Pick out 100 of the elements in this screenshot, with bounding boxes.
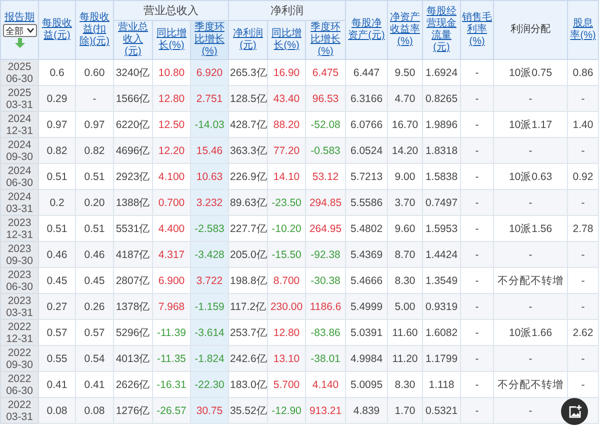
column-header[interactable]: 每股经营现金流量(元): [422, 0, 461, 60]
table-cell: 3.232: [190, 190, 229, 216]
table-cell: 16.70: [388, 112, 423, 138]
table-cell: -: [460, 320, 494, 346]
column-header[interactable]: 销售毛利率(%): [460, 0, 494, 60]
table-cell: -: [568, 346, 599, 372]
table-cell: -: [494, 86, 568, 112]
table-cell: 5.4369: [346, 242, 388, 268]
table-cell: 0.2: [38, 190, 76, 216]
table-cell: 5531亿: [114, 216, 152, 242]
table-cell: -: [460, 398, 494, 424]
table-cell: 8.70: [388, 242, 423, 268]
table-cell: 0.26: [76, 294, 114, 320]
table-cell: -: [460, 60, 494, 86]
table-cell: 5.4999: [346, 294, 388, 320]
period-cell: 2024 12-31: [0, 112, 38, 138]
table-cell: 12.50: [152, 112, 190, 138]
table-cell: -: [460, 294, 494, 320]
table-cell: 6.0524: [346, 138, 388, 164]
table-cell: 0.08: [76, 398, 114, 424]
table-cell: 0.51: [38, 164, 76, 190]
table-cell: -: [460, 372, 494, 398]
table-cell: -30.38: [306, 268, 346, 294]
period-cell: 2023 12-31: [0, 216, 38, 242]
table-cell: -: [76, 86, 114, 112]
table-cell: 5.7213: [346, 164, 388, 190]
group-header: 净利润: [228, 0, 346, 20]
table-cell: 8.30: [388, 268, 423, 294]
table-cell: 1.5953: [422, 216, 461, 242]
column-header[interactable]: 每股收益(扣除)(元): [76, 0, 114, 60]
table-cell: 0.55: [38, 346, 76, 372]
table-cell: 16.90: [268, 60, 306, 86]
table-cell: -23.50: [268, 190, 306, 216]
column-header[interactable]: 每股收益(元): [38, 0, 76, 60]
table-cell: 10派1.56: [494, 216, 568, 242]
table-cell: 10派1.17: [494, 112, 568, 138]
table-cell: 43.40: [268, 86, 306, 112]
table-cell: 9.50: [388, 60, 423, 86]
column-header[interactable]: 每股净资产(元): [346, 0, 388, 60]
table-cell: 0.45: [76, 268, 114, 294]
column-header[interactable]: 季度环比增长(%): [306, 20, 346, 60]
column-header[interactable]: 营业总收入(元): [114, 20, 152, 60]
table-cell: -: [494, 242, 568, 268]
period-cell: 2024 09-30: [0, 138, 38, 164]
table-cell: 0.41: [76, 372, 114, 398]
column-header[interactable]: 净利润(元): [228, 20, 268, 60]
column-header[interactable]: 季度环比增长(%): [190, 20, 229, 60]
table-cell: -: [568, 268, 599, 294]
table-cell: -: [494, 294, 568, 320]
table-cell: 2.751: [190, 86, 229, 112]
table-cell: 14.20: [388, 138, 423, 164]
table-cell: 0.45: [38, 268, 76, 294]
table-cell: 6220亿: [114, 112, 152, 138]
column-header[interactable]: 净资产收益率(%): [388, 0, 423, 60]
table-cell: 4.9984: [346, 346, 388, 372]
table-cell: 8.700: [268, 268, 306, 294]
table-cell: 5.5586: [346, 190, 388, 216]
table-cell: 0.51: [38, 216, 76, 242]
period-cell: 2024 03-31: [0, 190, 38, 216]
table-cell: -: [460, 164, 494, 190]
table-cell: 3.722: [190, 268, 229, 294]
table-cell: 11.20: [388, 346, 423, 372]
column-header[interactable]: 同比增长(%): [152, 20, 190, 60]
column-header[interactable]: 报告期: [1, 12, 38, 24]
table-cell: 0.08: [38, 398, 76, 424]
table-cell: 183.0亿: [228, 372, 268, 398]
table-cell: 4.839: [346, 398, 388, 424]
table-cell: 0.97: [38, 112, 76, 138]
table-cell: 2923亿: [114, 164, 152, 190]
table-cell: -11.35: [152, 346, 190, 372]
table-cell: 0.46: [76, 242, 114, 268]
table-cell: -: [568, 190, 599, 216]
filter-select[interactable]: 全部: [2, 24, 36, 37]
table-cell: 253.7亿: [228, 320, 268, 346]
table-cell: 913.21: [306, 398, 346, 424]
table-cell: 2.78: [568, 216, 599, 242]
table-cell: 6.3166: [346, 86, 388, 112]
table-cell: 5.0095: [346, 372, 388, 398]
period-cell: 2025 06-30: [0, 60, 38, 86]
table-cell: -92.38: [306, 242, 346, 268]
table-cell: -: [460, 112, 494, 138]
table-cell: 1.6082: [422, 320, 461, 346]
table-cell: 1.6924: [422, 60, 461, 86]
table-cell: 不分配不转增: [494, 268, 568, 294]
table-cell: 4696亿: [114, 138, 152, 164]
table-cell: 1.1799: [422, 346, 461, 372]
column-header[interactable]: 同比增长(%): [268, 20, 306, 60]
table-cell: -14.03: [190, 112, 229, 138]
table-cell: 1.118: [422, 372, 461, 398]
table-cell: 5296亿: [114, 320, 152, 346]
table-cell: -: [568, 86, 599, 112]
table-cell: 6.920: [190, 60, 229, 86]
table-cell: -12.90: [268, 398, 306, 424]
table-cell: -38.01: [306, 346, 346, 372]
table-cell: 0.41: [38, 372, 76, 398]
table-cell: 10派0.75: [494, 60, 568, 86]
table-cell: 89.63亿: [228, 190, 268, 216]
table-cell: -: [460, 242, 494, 268]
column-header[interactable]: 股息率(%): [568, 0, 599, 60]
table-cell: -3.428: [190, 242, 229, 268]
